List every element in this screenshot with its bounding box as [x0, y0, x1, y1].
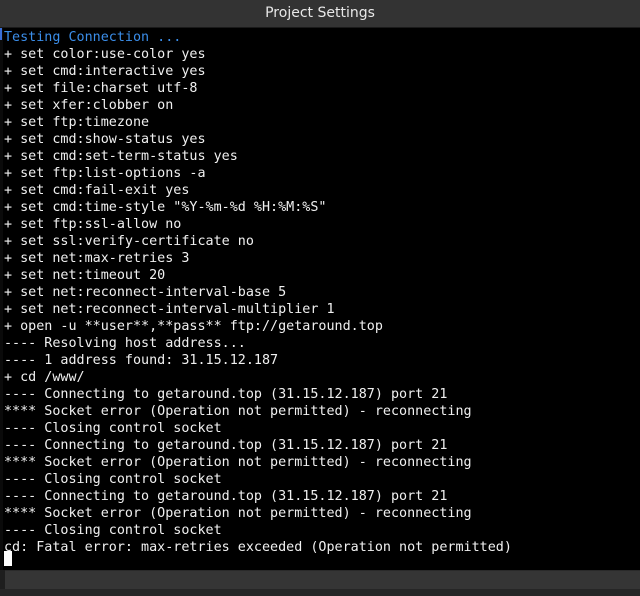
- terminal-line: + cd /www/: [4, 370, 85, 385]
- terminal-line: + set net:timeout 20: [4, 268, 166, 283]
- terminal-line: + set net:reconnect-interval-multiplier …: [4, 302, 335, 317]
- terminal-lines: Testing Connection ... + set color:use-c…: [4, 29, 512, 556]
- terminal-line: ---- 1 address found: 31.15.12.187: [4, 353, 279, 368]
- terminal-line: ---- Closing control socket: [4, 421, 222, 436]
- terminal-line: ---- Closing control socket: [4, 472, 222, 487]
- terminal-line: + set ftp:timezone: [4, 115, 150, 130]
- terminal-line: + set ssl:verify-certificate no: [4, 234, 254, 249]
- terminal-line: cd: Fatal error: max-retries exceeded (O…: [4, 540, 512, 555]
- terminal-line: **** Socket error (Operation not permitt…: [4, 455, 472, 470]
- terminal-line: ---- Connecting to getaround.top (31.15.…: [4, 438, 448, 453]
- terminal-output[interactable]: Testing Connection ... + set color:use-c…: [0, 28, 640, 570]
- terminal-line: + set ftp:list-options -a: [4, 166, 206, 181]
- terminal-line: + set file:charset utf-8: [4, 81, 198, 96]
- gutter-accent: [0, 28, 2, 40]
- terminal-line: + set ftp:ssl-allow no: [4, 217, 182, 232]
- terminal-line: + set cmd:show-status yes: [4, 132, 206, 147]
- terminal-cursor: [4, 551, 12, 566]
- terminal-line: **** Socket error (Operation not permitt…: [4, 404, 472, 419]
- window-title: Project Settings: [0, 0, 640, 28]
- terminal-line: + set net:max-retries 3: [4, 251, 190, 266]
- terminal-gutter: [0, 28, 3, 570]
- terminal-line-heading: Testing Connection ...: [4, 30, 182, 45]
- terminal-line: ---- Connecting to getaround.top (31.15.…: [4, 387, 448, 402]
- terminal-line: + set color:use-color yes: [4, 47, 206, 62]
- terminal-line: + open -u **user**,**pass** ftp://getaro…: [4, 319, 383, 334]
- terminal-line: + set cmd:time-style "%Y-%m-%d %H:%M:%S": [4, 200, 327, 215]
- status-bar: [5, 570, 640, 589]
- terminal-line: ---- Connecting to getaround.top (31.15.…: [4, 489, 448, 504]
- terminal-line: + set net:reconnect-interval-base 5: [4, 285, 287, 300]
- project-settings-window: Project Settings Testing Connection ... …: [0, 0, 640, 596]
- terminal-line: + set cmd:interactive yes: [4, 64, 206, 79]
- window-bottom-edge: [0, 589, 640, 596]
- terminal-line: + set xfer:clobber on: [4, 98, 174, 113]
- terminal-line: **** Socket error (Operation not permitt…: [4, 506, 472, 521]
- terminal-line: + set cmd:fail-exit yes: [4, 183, 190, 198]
- terminal-line: ---- Resolving host address...: [4, 336, 246, 351]
- terminal-line: + set cmd:set-term-status yes: [4, 149, 238, 164]
- terminal-line: ---- Closing control socket: [4, 523, 222, 538]
